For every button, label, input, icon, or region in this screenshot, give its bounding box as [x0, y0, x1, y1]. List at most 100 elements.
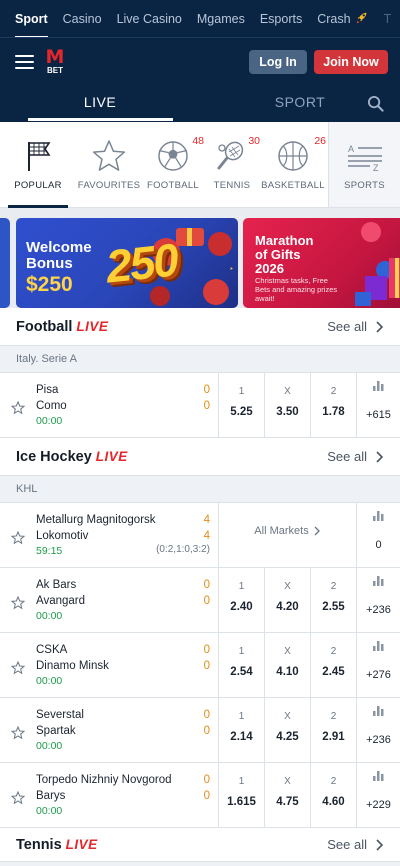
- more-markets-button[interactable]: +276: [356, 633, 400, 697]
- more-markets-button[interactable]: 0: [356, 503, 400, 567]
- favourite-star-icon[interactable]: [0, 503, 36, 567]
- svg-text:Z: Z: [373, 163, 379, 173]
- marathon-title: Marathon of Gifts 2026: [255, 234, 314, 276]
- more-markets-button[interactable]: +615: [356, 373, 400, 437]
- topnav-live-casino[interactable]: Live Casino: [117, 0, 182, 37]
- odd-home[interactable]: 1 2.14: [218, 698, 264, 762]
- odd-away[interactable]: 2 2.91: [310, 698, 356, 762]
- see-all-link[interactable]: See all: [327, 319, 367, 334]
- welcome-bonus-line2: Bonus: [26, 255, 73, 272]
- odd-away[interactable]: 2 1.78: [310, 373, 356, 437]
- odd-home[interactable]: 1 2.40: [218, 568, 264, 632]
- match-teams[interactable]: Torpedo Nizhniy Novgorod Barys 00:00 0 0: [36, 763, 218, 827]
- odd-draw[interactable]: X 3.50: [264, 373, 310, 437]
- topnav-more[interactable]: T: [384, 0, 392, 37]
- chevron-right-icon[interactable]: [375, 320, 384, 333]
- topnav-sport[interactable]: Sport: [15, 0, 48, 37]
- more-markets-button[interactable]: +236: [356, 568, 400, 632]
- match-row[interactable]: Metallurg Magnitogorsk Lokomotiv 59:15 4…: [0, 503, 400, 568]
- menu-icon[interactable]: [15, 55, 34, 69]
- odd-key: 1: [238, 386, 245, 397]
- odd-home[interactable]: 1 5.25: [218, 373, 264, 437]
- match-time: 00:00: [36, 805, 63, 817]
- more-markets-button[interactable]: +236: [356, 698, 400, 762]
- brand-logo[interactable]: M BET: [44, 48, 66, 76]
- welcome-bonus-title: Welcome Bonus: [26, 240, 92, 272]
- rocket-icon: [356, 12, 366, 23]
- match-row[interactable]: Pisa Como 00:00 0 0 1 5.25 X 3.50 2 1.78 +6…: [0, 373, 400, 438]
- mode-tabs: LIVE SPORT: [0, 86, 400, 122]
- topnav-mgames[interactable]: Mgames: [197, 0, 245, 37]
- welcome-bonus-graphic-amount: 250: [103, 233, 180, 293]
- topnav-casino[interactable]: Casino: [63, 0, 102, 37]
- tab-live[interactable]: LIVE: [0, 86, 200, 122]
- match-row[interactable]: Torpedo Nizhniy Novgorod Barys 00:00 0 0…: [0, 763, 400, 828]
- match-teams[interactable]: Metallurg Magnitogorsk Lokomotiv 59:15 4…: [36, 503, 218, 567]
- odd-home[interactable]: 1 1.615: [218, 763, 264, 827]
- topnav-esports[interactable]: Esports: [260, 0, 302, 37]
- promo-banner-previous[interactable]: [0, 218, 10, 308]
- odd-draw[interactable]: X 4.25: [264, 698, 310, 762]
- more-markets-button[interactable]: +229: [356, 763, 400, 827]
- match-teams[interactable]: Severstal Spartak 00:00 0 0: [36, 698, 218, 762]
- match-row[interactable]: Ak Bars Avangard 00:00 0 0 1 2.40 X 4.20 2…: [0, 568, 400, 633]
- favourite-star-icon[interactable]: [0, 373, 36, 437]
- odd-key: 2: [330, 646, 337, 657]
- tab-sport-label: SPORT: [274, 94, 326, 110]
- join-now-button[interactable]: Join Now: [314, 50, 388, 74]
- topnav-crash[interactable]: Crash: [317, 0, 368, 37]
- match-time: 00:00: [36, 740, 63, 752]
- tennis-racket-icon: [217, 141, 244, 170]
- favourite-star-icon[interactable]: [0, 568, 36, 632]
- category-football[interactable]: FOOTBALL 48: [142, 122, 204, 207]
- category-all-sports[interactable]: AZ SPORTS: [328, 122, 400, 207]
- favourite-star-icon[interactable]: [0, 763, 36, 827]
- promo-banner-welcome-bonus[interactable]: 250 Welcome Bonus $250: [16, 218, 238, 308]
- odd-home[interactable]: 1 2.54: [218, 633, 264, 697]
- category-favourites[interactable]: FAVOURITES: [76, 122, 142, 207]
- away-team: Dinamo Minsk: [36, 660, 109, 672]
- odd-away[interactable]: 2 2.55: [310, 568, 356, 632]
- odd-value: 4.20: [276, 601, 299, 613]
- favourite-star-icon[interactable]: [0, 698, 36, 762]
- stats-icon: [373, 706, 384, 716]
- home-team: Ak Bars: [36, 579, 77, 591]
- more-markets-count: +276: [366, 669, 391, 681]
- promo-carousel: 250 Welcome Bonus $250 Marathon of Gifts 20…: [0, 208, 400, 308]
- see-all-link[interactable]: See all: [327, 449, 367, 464]
- match-score: 0 0: [204, 642, 210, 674]
- match-row[interactable]: CSKA Dinamo Minsk 00:00 0 0 1 2.54 X 4.10 …: [0, 633, 400, 698]
- category-popular[interactable]: POPULAR: [0, 122, 76, 208]
- match-row[interactable]: Severstal Spartak 00:00 0 0 1 2.14 X 4.25 …: [0, 698, 400, 763]
- home-score: 0: [203, 709, 210, 721]
- category-basketball-label: BASKETBALL: [261, 180, 325, 191]
- category-favourites-label: FAVOURITES: [77, 180, 141, 191]
- category-basketball[interactable]: BASKETBALL 26: [260, 122, 326, 207]
- favourite-star-icon[interactable]: [0, 633, 36, 697]
- football-icon: [158, 141, 188, 171]
- home-score: 4: [203, 514, 210, 526]
- odd-away[interactable]: 2 2.45: [310, 633, 356, 697]
- odd-away[interactable]: 2 4.60: [310, 763, 356, 827]
- match-teams[interactable]: CSKA Dinamo Minsk 00:00 0 0: [36, 633, 218, 697]
- match-teams[interactable]: Ak Bars Avangard 00:00 0 0: [36, 568, 218, 632]
- odd-draw[interactable]: X 4.75: [264, 763, 310, 827]
- odd-draw[interactable]: X 4.20: [264, 568, 310, 632]
- odd-key: X: [284, 386, 291, 397]
- home-team: Metallurg Magnitogorsk: [36, 514, 156, 526]
- search-icon[interactable]: [367, 95, 384, 112]
- all-markets-link[interactable]: All Markets: [218, 503, 356, 567]
- tennis-section-header: Tennis LIVE See all: [0, 828, 400, 862]
- stats-icon: [373, 771, 384, 781]
- see-all-link[interactable]: See all: [327, 837, 367, 852]
- login-button[interactable]: Log In: [249, 50, 307, 74]
- chevron-right-icon[interactable]: [375, 450, 384, 463]
- odd-key: 1: [238, 646, 245, 657]
- chevron-right-icon[interactable]: [375, 838, 384, 851]
- away-team: Como: [36, 400, 67, 412]
- match-time: 00:00: [36, 415, 63, 427]
- category-tennis[interactable]: TENNIS 30: [204, 122, 260, 207]
- odd-draw[interactable]: X 4.10: [264, 633, 310, 697]
- promo-banner-marathon-of-gifts[interactable]: Marathon of Gifts 2026 Christmas tasks, Fr…: [243, 218, 400, 308]
- match-teams[interactable]: Pisa Como 00:00 0 0: [36, 373, 218, 437]
